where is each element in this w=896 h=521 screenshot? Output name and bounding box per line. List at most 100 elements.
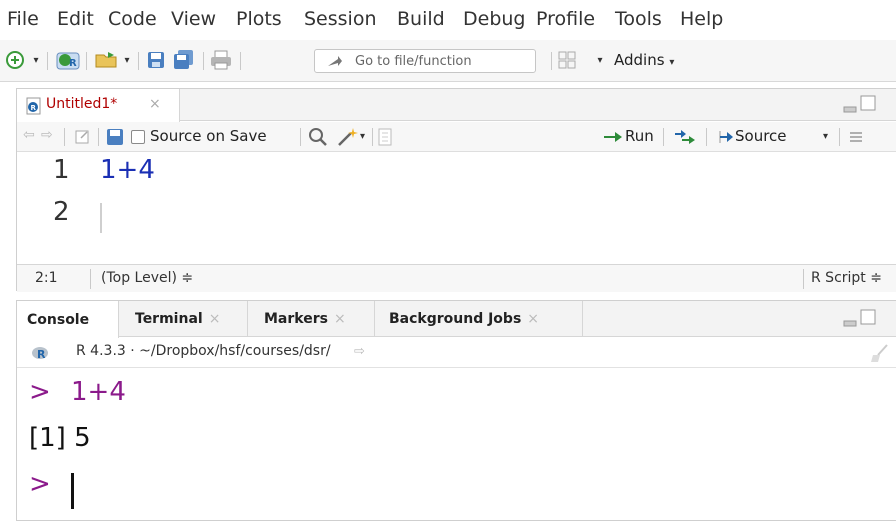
toolbar-divider — [47, 52, 48, 70]
tab-background-jobs[interactable]: Background Jobs × — [375, 301, 583, 337]
toolbar-divider — [551, 52, 552, 70]
run-arrow-icon — [604, 132, 622, 142]
toolbar-divider — [138, 52, 139, 70]
document-outline-icon[interactable] — [378, 128, 392, 146]
new-file-icon — [6, 51, 24, 69]
menu-code[interactable]: Code — [108, 8, 157, 30]
main-toolbar: ▾ R ▾ Go to file/function ▾ Addins ▾ — [0, 40, 896, 82]
file-type-selector[interactable]: R Script ≑ — [811, 270, 882, 286]
magic-wand-icon[interactable] — [336, 126, 358, 148]
save-button[interactable] — [146, 50, 166, 70]
save-icon[interactable] — [106, 128, 124, 146]
svg-text:R: R — [31, 104, 37, 112]
folder-open-icon — [95, 52, 117, 68]
menu-plots[interactable]: Plots — [236, 8, 282, 30]
tab-label: Background Jobs — [389, 311, 522, 327]
outline-lines-icon[interactable] — [849, 130, 863, 144]
menu-edit[interactable]: Edit — [57, 8, 94, 30]
goto-file-function-input[interactable]: Go to file/function — [314, 49, 536, 73]
save-icon — [148, 52, 164, 68]
run-button[interactable]: Run — [625, 127, 654, 145]
tab-untitled1[interactable]: R Untitled1* × — [17, 89, 180, 122]
status-divider — [90, 269, 91, 289]
arrow-right-icon — [328, 56, 342, 66]
r-logo-icon: R — [32, 347, 48, 361]
source-button[interactable]: Source — [735, 127, 787, 145]
code-editor[interactable]: 1 2 1+4 — [17, 153, 896, 263]
minimize-icon[interactable] — [843, 315, 857, 327]
toolbar-divider — [86, 52, 87, 70]
chevron-down-icon[interactable]: ▾ — [30, 54, 42, 66]
addins-button[interactable]: Addins ▾ — [614, 51, 674, 69]
tab-label: Untitled1* — [46, 96, 118, 112]
back-icon[interactable]: ⇦ — [23, 127, 35, 143]
open-file-button[interactable] — [94, 49, 120, 71]
rerun-icon[interactable] — [672, 129, 698, 145]
console-cursor[interactable] — [71, 473, 74, 509]
toolbar-divider — [663, 128, 664, 146]
chevron-down-icon[interactable]: ▾ — [121, 54, 133, 66]
go-to-directory-icon[interactable]: ⇨ — [354, 344, 365, 359]
line-number: 2 — [53, 197, 70, 227]
clear-console-broom-icon[interactable] — [869, 343, 891, 363]
minimize-icon[interactable] — [843, 101, 857, 113]
tab-close-icon[interactable]: × — [334, 311, 346, 327]
cursor-position: 2:1 — [35, 270, 58, 286]
menu-build[interactable]: Build — [397, 8, 445, 30]
tab-close-icon[interactable]: × — [527, 311, 539, 327]
console-pane: Console Terminal × Markers × Background … — [16, 300, 896, 521]
goto-placeholder: Go to file/function — [355, 54, 472, 69]
save-all-icon — [174, 50, 193, 69]
console-prompt: > — [29, 377, 51, 407]
editor-tab-bar: R Untitled1* × — [17, 89, 896, 122]
tab-markers[interactable]: Markers × — [248, 301, 375, 337]
working-directory[interactable]: R 4.3.3 · ~/Dropbox/hsf/courses/dsr/ — [76, 343, 331, 359]
menu-help[interactable]: Help — [680, 8, 723, 30]
menu-tools[interactable]: Tools — [615, 8, 662, 30]
tab-close-icon[interactable]: × — [209, 311, 221, 327]
chevron-down-icon[interactable]: ▾ — [823, 131, 828, 142]
scope-selector[interactable]: (Top Level) ≑ — [101, 270, 193, 286]
menu-file[interactable]: File — [7, 8, 39, 30]
console-tab-bar: Console Terminal × Markers × Background … — [17, 301, 896, 338]
tab-terminal[interactable]: Terminal × — [119, 301, 248, 337]
menu-profile[interactable]: Profile — [536, 8, 595, 30]
print-icon — [211, 50, 231, 70]
save-all-button[interactable] — [172, 49, 196, 71]
tab-close-icon[interactable]: × — [149, 96, 161, 112]
maximize-icon[interactable] — [860, 309, 876, 325]
r-project-icon: R — [56, 52, 80, 70]
console-output: [1] 5 — [29, 423, 91, 453]
grid-icon — [558, 51, 576, 69]
source-arrow-icon — [719, 131, 733, 143]
addins-label: Addins — [614, 51, 665, 69]
tab-label: Markers — [264, 311, 328, 327]
toolbar-divider — [64, 128, 65, 146]
chevron-down-icon[interactable]: ▾ — [360, 131, 365, 142]
print-button[interactable] — [210, 50, 232, 70]
tab-label: Console — [27, 311, 90, 328]
source-on-save-checkbox[interactable] — [131, 130, 145, 144]
menu-debug[interactable]: Debug — [463, 8, 525, 30]
menu-view[interactable]: View — [171, 8, 216, 30]
source-on-save-label: Source on Save — [150, 127, 267, 145]
show-in-window-icon[interactable] — [73, 128, 91, 146]
new-file-button[interactable] — [6, 50, 26, 70]
pane-layout-button[interactable] — [558, 51, 576, 69]
menu-session[interactable]: Session — [304, 8, 377, 30]
maximize-icon[interactable] — [860, 95, 876, 111]
forward-icon[interactable]: ⇨ — [41, 127, 53, 143]
tab-label: Terminal — [135, 311, 203, 327]
console-input-command: 1+4 — [71, 377, 126, 407]
toolbar-divider — [203, 52, 204, 70]
line-number: 1 — [53, 155, 70, 185]
svg-text:R: R — [69, 58, 77, 69]
new-project-button[interactable]: R — [55, 49, 81, 71]
toolbar-divider — [839, 128, 840, 146]
search-icon[interactable] — [308, 127, 328, 147]
menu-bar: File Edit Code View Plots Session Build … — [0, 0, 896, 40]
tab-console[interactable]: Console — [17, 301, 119, 338]
editor-toolbar: ⇦ ⇨ Source on Save ▾ Run Source ▾ — [17, 122, 896, 152]
chevron-down-icon[interactable]: ▾ — [594, 54, 606, 66]
source-editor-pane: R Untitled1* × ⇦ ⇨ Source on Save ▾ Run … — [16, 88, 896, 292]
